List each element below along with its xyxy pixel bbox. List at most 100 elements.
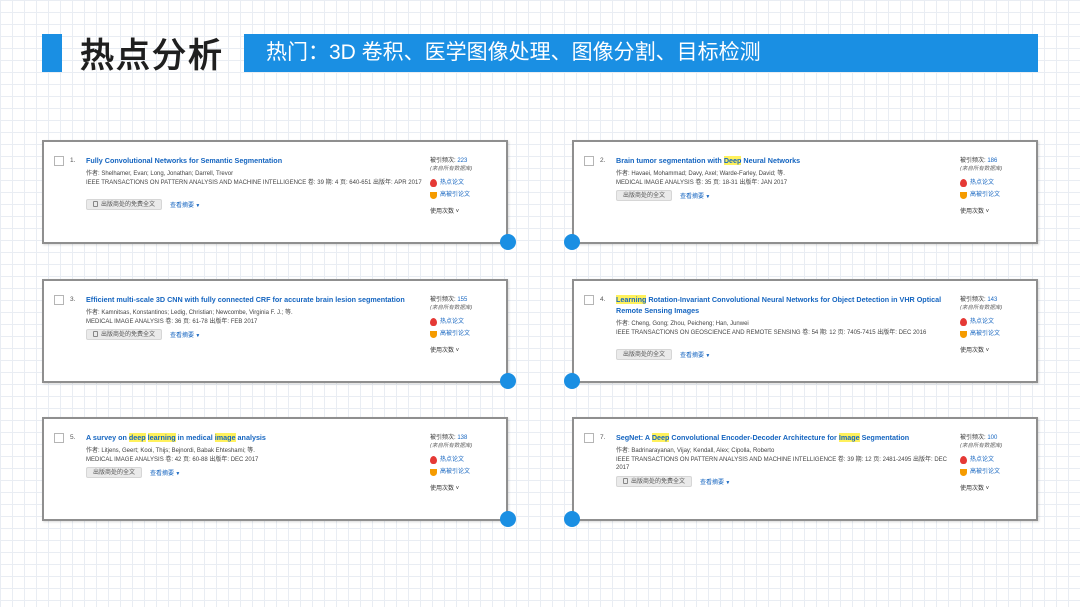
paper-number: 7. [600, 434, 606, 441]
trophy-icon [960, 191, 967, 199]
fulltext-label: 出版商处的全文 [623, 193, 666, 199]
paper-card: 5. A survey on deep learning in medical i… [42, 417, 508, 521]
highly-cited-label: 高被引论文 [970, 331, 1001, 337]
trophy-icon [430, 468, 437, 476]
trophy-icon [430, 330, 437, 338]
hot-paper-badge[interactable]: 热点论文 [430, 179, 496, 187]
hot-paper-label: 热点论文 [440, 180, 465, 186]
highly-cited-badge[interactable]: 高被引论文 [960, 330, 1026, 338]
fulltext-button[interactable]: 出版商处的免费全文 [616, 475, 693, 487]
select-checkbox[interactable] [584, 295, 594, 305]
hot-paper-label: 热点论文 [440, 319, 465, 325]
citation-value-link[interactable]: 143 [987, 297, 997, 303]
citation-value-link[interactable]: 155 [457, 297, 467, 303]
view-abstract-link[interactable]: 查看摘要 ▼ [700, 477, 730, 486]
citation-panel: 被引频次: 100 (来自所有数据库) 热点论文 高被引论文 使用次数 ˅ [960, 434, 1026, 492]
paper-authors: 作者: Havaei, Mohammad; Davy, Axel; Warde-… [616, 171, 785, 177]
fulltext-button[interactable]: 出版商处的全文 [616, 348, 673, 360]
select-checkbox[interactable] [584, 156, 594, 166]
fire-icon [430, 179, 437, 187]
view-abstract-link[interactable]: 查看摘要 ▼ [680, 191, 710, 200]
chevron-down-icon: ▼ [724, 479, 731, 486]
hot-paper-label: 热点论文 [970, 180, 995, 186]
paper-title-link[interactable]: SegNet: A Deep Convolutional Encoder-Dec… [616, 432, 956, 443]
highly-cited-badge[interactable]: 高被引论文 [960, 191, 1026, 199]
citation-count: 被引频次: 155 [430, 296, 496, 304]
hot-paper-badge[interactable]: 热点论文 [960, 456, 1026, 464]
usage-count-dropdown[interactable]: 使用次数 ˅ [430, 483, 496, 492]
citation-value-link[interactable]: 138 [457, 435, 467, 441]
citation-count: 被引频次: 223 [430, 157, 496, 165]
paper-journal: IEEE TRANSACTIONS ON PATTERN ANALYSIS AN… [86, 179, 422, 186]
highly-cited-badge[interactable]: 高被引论文 [430, 330, 496, 338]
chevron-down-icon: ▼ [194, 202, 201, 209]
paper-title-link[interactable]: A survey on deep learning in medical ima… [86, 432, 426, 443]
paper-title-link[interactable]: Learning Rotation-Invariant Convolutiona… [616, 294, 956, 316]
paper-number: 3. [70, 296, 76, 303]
title-text: Brain tumor segmentation with [616, 156, 724, 165]
paper-title-link[interactable]: Fully Convolutional Networks for Semanti… [86, 155, 426, 166]
paper-title-link[interactable]: Efficient multi-scale 3D CNN with fully … [86, 294, 426, 305]
select-checkbox[interactable] [584, 433, 594, 443]
highlighted-keyword: Deep [723, 156, 742, 165]
citation-value-link[interactable]: 186 [987, 158, 997, 164]
view-abstract-link[interactable]: 查看摘要 ▼ [680, 350, 710, 359]
citation-count: 被引频次: 138 [430, 434, 496, 442]
highlighted-keyword: learning [147, 433, 176, 442]
hot-paper-badge[interactable]: 热点论文 [960, 318, 1026, 326]
header-accent-bar [42, 34, 62, 72]
citation-label: 被引频次: [960, 158, 988, 164]
citation-value-link[interactable]: 223 [457, 158, 467, 164]
usage-count-dropdown[interactable]: 使用次数 ˅ [430, 345, 496, 354]
highly-cited-badge[interactable]: 高被引论文 [430, 191, 496, 199]
title-text: Fully Convolutional Networks for Semanti… [86, 156, 283, 165]
usage-label: 使用次数 [960, 209, 985, 215]
fulltext-button[interactable]: 出版商处的免费全文 [86, 329, 163, 340]
view-abstract-link[interactable]: 查看摘要 ▼ [170, 330, 200, 339]
citation-label: 被引频次: [430, 158, 458, 164]
fire-icon [960, 456, 967, 464]
title-text: analysis [235, 433, 266, 442]
fulltext-button[interactable]: 出版商处的全文 [86, 467, 143, 478]
view-abstract-link[interactable]: 查看摘要 ▼ [170, 200, 200, 209]
view-abstract-label: 查看摘要 [170, 202, 195, 209]
usage-label: 使用次数 [430, 348, 455, 354]
citation-panel: 被引频次: 155 (来自所有数据库) 热点论文 高被引论文 使用次数 ˅ [430, 296, 496, 354]
citation-source-note: (来自所有数据库) [430, 305, 473, 311]
unlock-icon [93, 331, 98, 337]
citation-label: 被引频次: [430, 297, 458, 303]
hot-paper-badge[interactable]: 热点论文 [430, 318, 496, 326]
paper-number: 1. [70, 157, 76, 164]
select-checkbox[interactable] [54, 433, 64, 443]
paper-title-link[interactable]: Brain tumor segmentation with Deep Neura… [616, 155, 956, 166]
chevron-down-icon: ˅ [984, 486, 990, 492]
paper-card: 1. Fully Convolutional Networks for Seman… [42, 140, 508, 244]
trophy-icon [960, 468, 967, 476]
select-checkbox[interactable] [54, 295, 64, 305]
citation-value-link[interactable]: 100 [987, 435, 997, 441]
citation-count: 被引频次: 186 [960, 157, 1026, 165]
hot-paper-badge[interactable]: 热点论文 [430, 456, 496, 464]
usage-count-dropdown[interactable]: 使用次数 ˅ [430, 206, 496, 215]
connector-dot [500, 373, 516, 389]
highly-cited-badge[interactable]: 高被引论文 [430, 468, 496, 476]
view-abstract-link[interactable]: 查看摘要 ▼ [150, 468, 180, 477]
hot-paper-badge[interactable]: 热点论文 [960, 179, 1026, 187]
connector-dot [564, 234, 580, 250]
connector-dot [564, 373, 580, 389]
paper-number: 4. [600, 296, 606, 303]
usage-label: 使用次数 [430, 209, 455, 215]
usage-count-dropdown[interactable]: 使用次数 ˅ [960, 483, 1026, 492]
highly-cited-label: 高被引论文 [440, 331, 471, 337]
topic-banner: 热门：3D 卷积、医学图像处理、图像分割、目标检测 [244, 34, 1038, 72]
fulltext-button[interactable]: 出版商处的全文 [616, 190, 673, 201]
fulltext-button[interactable]: 出版商处的免费全文 [86, 198, 163, 210]
select-checkbox[interactable] [54, 156, 64, 166]
usage-label: 使用次数 [960, 348, 985, 354]
unlock-icon [623, 477, 628, 484]
usage-count-dropdown[interactable]: 使用次数 ˅ [960, 206, 1026, 215]
highly-cited-badge[interactable]: 高被引论文 [960, 468, 1026, 476]
paper-number: 5. [70, 434, 76, 441]
title-text: A survey on [86, 433, 129, 442]
usage-count-dropdown[interactable]: 使用次数 ˅ [960, 345, 1026, 354]
